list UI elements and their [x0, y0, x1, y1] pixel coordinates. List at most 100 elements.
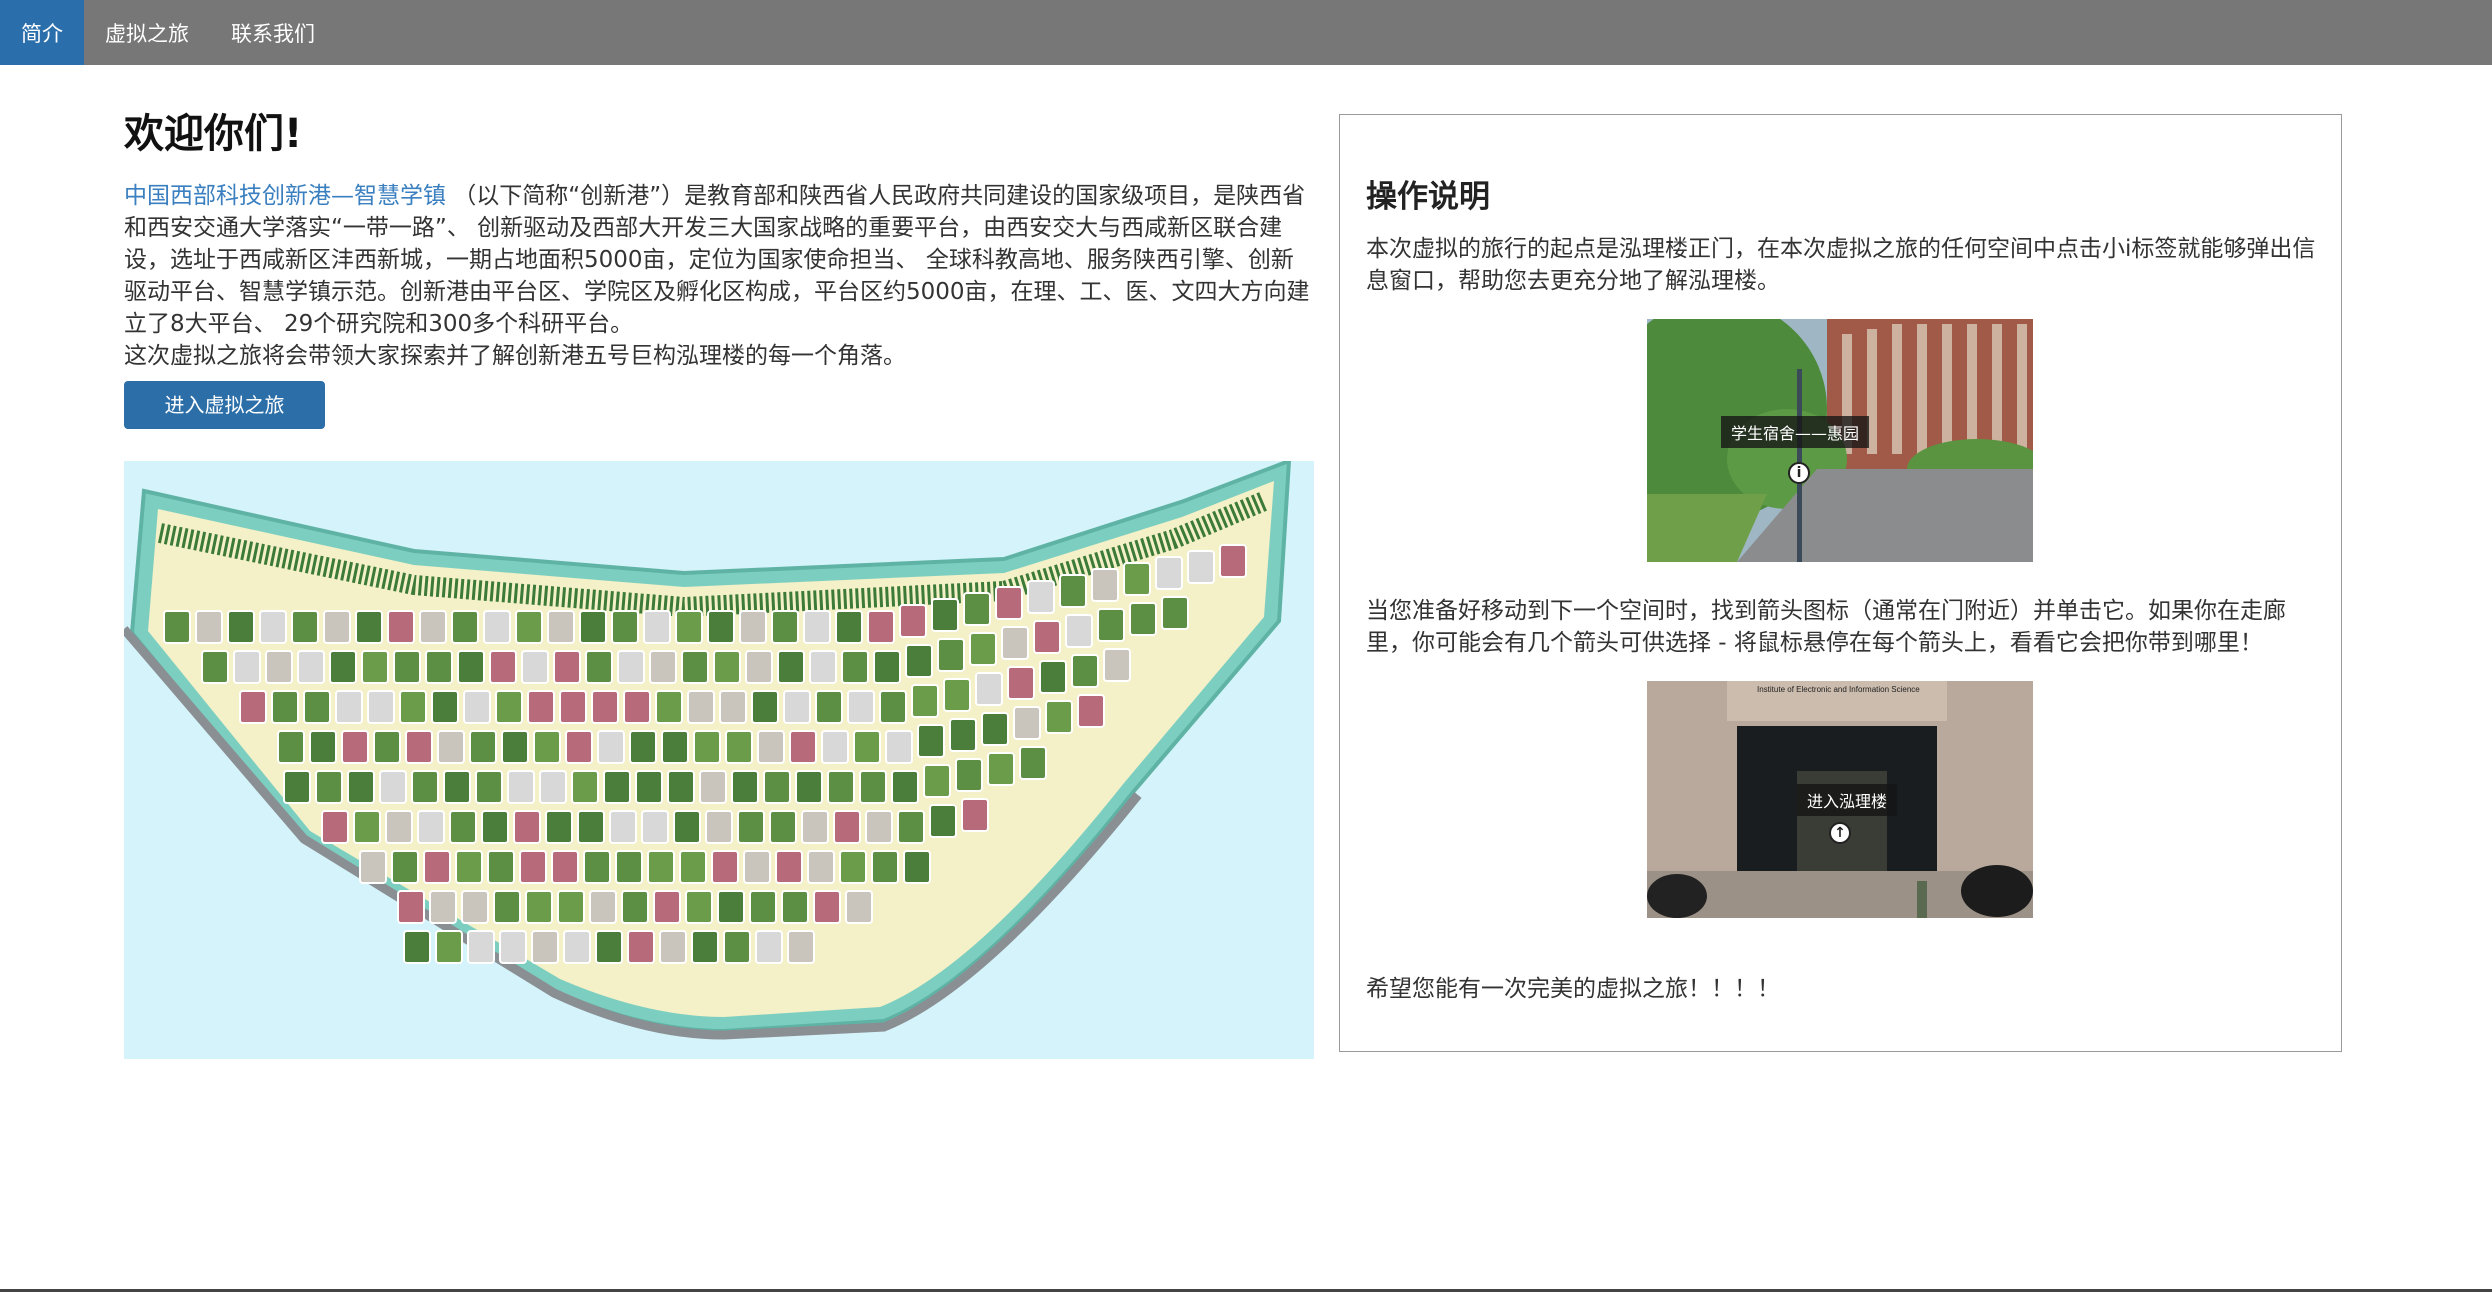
map-block [911, 684, 939, 718]
map-block [451, 610, 479, 644]
map-block [923, 764, 951, 798]
map-block [1187, 550, 1215, 584]
map-block [821, 730, 849, 764]
map-block [233, 650, 261, 684]
map-block [519, 850, 547, 884]
map-block [435, 930, 463, 964]
nav-item-intro[interactable]: 简介 [0, 0, 84, 65]
map-block [763, 770, 791, 804]
map-block [879, 690, 907, 724]
map-block [501, 730, 529, 764]
map-block [891, 770, 919, 804]
map-block [955, 758, 983, 792]
campus-link[interactable]: 中国西部科技创新港—智慧学镇 [124, 183, 446, 209]
map-block [341, 730, 369, 764]
map-block [963, 592, 991, 626]
map-block [1077, 694, 1105, 728]
map-block [615, 850, 643, 884]
map-block [649, 650, 677, 684]
map-block [653, 890, 681, 924]
map-block [283, 770, 311, 804]
map-block [681, 650, 709, 684]
map-block [635, 770, 663, 804]
map-block [815, 690, 843, 724]
map-block [521, 650, 549, 684]
map-block [647, 850, 675, 884]
map-block [679, 850, 707, 884]
map-block [725, 730, 753, 764]
map-block [475, 770, 503, 804]
map-block [627, 930, 655, 964]
map-block [507, 770, 535, 804]
map-block [835, 610, 863, 644]
map-block [931, 598, 959, 632]
map-block [361, 650, 389, 684]
map-block [533, 730, 561, 764]
map-block [589, 890, 617, 924]
map-block [609, 810, 637, 844]
map-block [259, 610, 287, 644]
map-block [859, 770, 887, 804]
map-block [1123, 562, 1151, 596]
map-block [405, 730, 433, 764]
map-block [483, 610, 511, 644]
map-block [995, 586, 1023, 620]
map-block [399, 690, 427, 724]
map-block [531, 930, 559, 964]
map-block [443, 770, 471, 804]
nav-item-virtual-tour[interactable]: 虚拟之旅 [84, 0, 210, 65]
map-block [163, 610, 191, 644]
map-block [1013, 706, 1041, 740]
map-block [461, 890, 489, 924]
map-block [595, 930, 623, 964]
map-block [1039, 660, 1067, 694]
map-block [885, 730, 913, 764]
map-block [195, 610, 223, 644]
dormitory-photo: 学生宿舍——惠园 i [1647, 319, 2033, 562]
arrow-up-icon[interactable]: ↑ [1829, 822, 1851, 844]
info-icon[interactable]: i [1788, 462, 1810, 484]
map-block [641, 810, 669, 844]
map-block [611, 610, 639, 644]
map-block [239, 690, 267, 724]
building-hotspot-label: 进入泓理楼 [1797, 784, 1898, 816]
map-block [987, 752, 1015, 786]
map-block [621, 890, 649, 924]
map-block [809, 650, 837, 684]
campus-map-image [124, 461, 1314, 1059]
map-block [579, 610, 607, 644]
map-block [323, 610, 351, 644]
map-block [387, 610, 415, 644]
instructions-title: 操作说明 [1366, 179, 1490, 215]
map-block [685, 890, 713, 924]
map-block [801, 810, 829, 844]
top-navbar: 简介 虚拟之旅 联系我们 [0, 0, 2492, 65]
map-block [463, 690, 491, 724]
map-block [393, 650, 421, 684]
map-block [397, 890, 425, 924]
map-block [481, 810, 509, 844]
map-block [655, 690, 683, 724]
building-sign-text: Institute of Electronic and Information … [1757, 685, 1920, 694]
map-block [373, 730, 401, 764]
map-block [571, 770, 599, 804]
map-block [469, 730, 497, 764]
map-block [833, 810, 861, 844]
map-block [1027, 580, 1055, 614]
map-block [781, 890, 809, 924]
enter-tour-button[interactable]: 进入虚拟之旅 [124, 381, 325, 429]
nav-item-contact[interactable]: 联系我们 [210, 0, 336, 65]
map-block [559, 690, 587, 724]
map-block [495, 690, 523, 724]
map-block [1019, 746, 1047, 780]
map-block [643, 610, 671, 644]
map-block [329, 650, 357, 684]
map-block [943, 678, 971, 712]
map-block [499, 930, 527, 964]
map-block [675, 610, 703, 644]
map-block [749, 890, 777, 924]
map-block [271, 690, 299, 724]
map-block [411, 770, 439, 804]
map-block [981, 712, 1009, 746]
map-block [737, 810, 765, 844]
